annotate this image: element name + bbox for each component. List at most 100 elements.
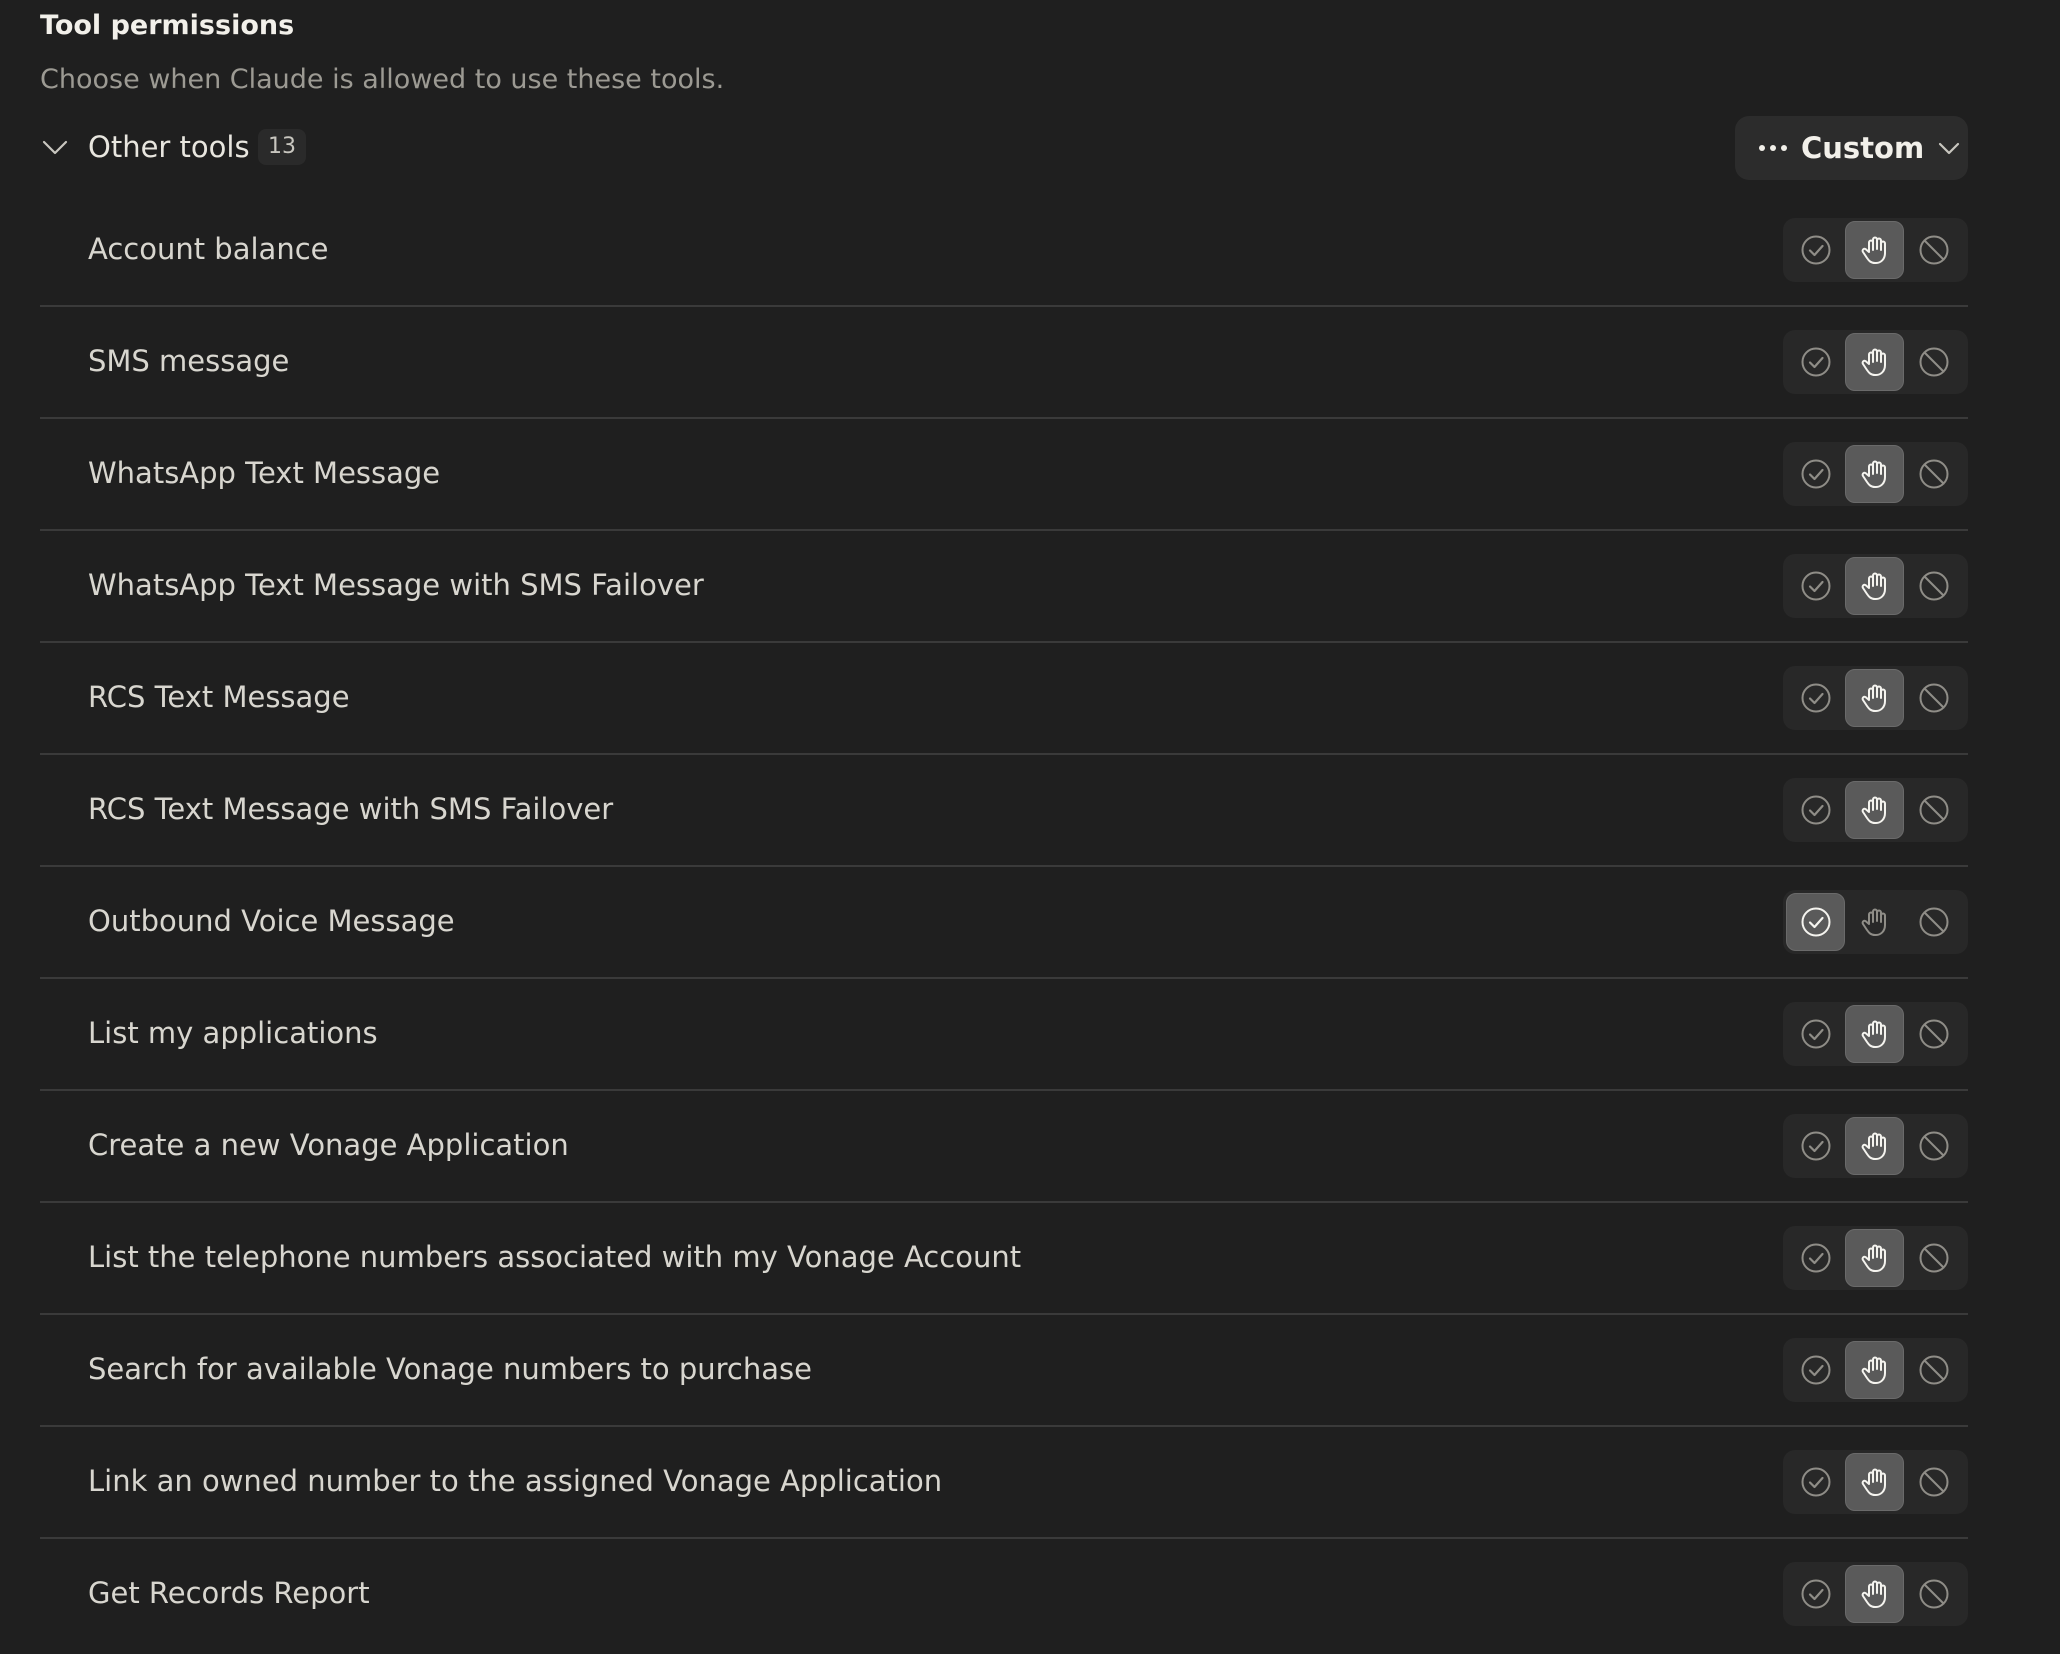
needs-approval-button[interactable] bbox=[1845, 557, 1904, 615]
tool-name: List the telephone numbers associated wi… bbox=[88, 1240, 1022, 1274]
block-icon bbox=[1919, 907, 1948, 937]
always-allow-button[interactable] bbox=[1786, 557, 1845, 615]
tool-name: Account balance bbox=[88, 232, 329, 266]
permission-selector bbox=[1783, 330, 1968, 394]
tool-row: WhatsApp Text Message bbox=[40, 419, 1968, 531]
block-button[interactable] bbox=[1904, 1453, 1963, 1511]
needs-approval-button[interactable] bbox=[1845, 1005, 1904, 1063]
block-button[interactable] bbox=[1904, 669, 1963, 727]
permission-selector bbox=[1783, 1338, 1968, 1402]
tool-count-badge: 13 bbox=[258, 129, 306, 165]
chevron-down-icon[interactable] bbox=[40, 132, 70, 162]
permission-selector bbox=[1783, 1562, 1968, 1626]
check-circle-icon bbox=[1801, 1579, 1830, 1609]
block-icon bbox=[1919, 347, 1948, 377]
tool-row: Account balance bbox=[40, 195, 1968, 307]
hand-icon bbox=[1861, 796, 1886, 824]
block-button[interactable] bbox=[1904, 557, 1963, 615]
needs-approval-button[interactable] bbox=[1845, 781, 1904, 839]
hand-icon bbox=[1861, 1468, 1886, 1496]
block-icon bbox=[1919, 1243, 1948, 1273]
needs-approval-button[interactable] bbox=[1845, 1117, 1904, 1175]
tool-name: Link an owned number to the assigned Von… bbox=[88, 1464, 943, 1498]
block-button[interactable] bbox=[1904, 1117, 1963, 1175]
needs-approval-button[interactable] bbox=[1845, 221, 1904, 279]
check-circle-icon bbox=[1801, 347, 1830, 377]
block-button[interactable] bbox=[1904, 781, 1963, 839]
block-button[interactable] bbox=[1904, 893, 1963, 951]
permission-selector bbox=[1783, 1226, 1968, 1290]
group-label[interactable]: Other tools bbox=[88, 127, 250, 167]
permission-mode-dropdown[interactable]: Custom bbox=[1735, 116, 1968, 180]
block-icon bbox=[1919, 1579, 1948, 1609]
tool-row: Link an owned number to the assigned Von… bbox=[40, 1427, 1968, 1539]
block-icon bbox=[1919, 235, 1948, 265]
needs-approval-button[interactable] bbox=[1845, 1341, 1904, 1399]
permission-mode-label: Custom bbox=[1801, 131, 1925, 165]
check-circle-icon bbox=[1801, 795, 1830, 825]
check-circle-icon bbox=[1801, 459, 1830, 489]
block-icon bbox=[1919, 1467, 1948, 1497]
needs-approval-button[interactable] bbox=[1845, 445, 1904, 503]
block-icon bbox=[1919, 683, 1948, 713]
needs-approval-button[interactable] bbox=[1845, 893, 1904, 951]
tool-name: Create a new Vonage Application bbox=[88, 1128, 569, 1162]
always-allow-button[interactable] bbox=[1786, 445, 1845, 503]
needs-approval-button[interactable] bbox=[1845, 1229, 1904, 1287]
permission-selector bbox=[1783, 778, 1968, 842]
always-allow-button[interactable] bbox=[1786, 893, 1845, 951]
check-circle-icon bbox=[1801, 571, 1830, 601]
tool-name: Get Records Report bbox=[88, 1576, 370, 1610]
tool-list: Account balance SMS message WhatsApp Text … bbox=[40, 195, 1968, 1651]
block-button[interactable] bbox=[1904, 333, 1963, 391]
permission-selector bbox=[1783, 1450, 1968, 1514]
always-allow-button[interactable] bbox=[1786, 333, 1845, 391]
always-allow-button[interactable] bbox=[1786, 781, 1845, 839]
block-icon bbox=[1919, 571, 1948, 601]
section-title: Tool permissions bbox=[40, 10, 295, 41]
needs-approval-button[interactable] bbox=[1845, 333, 1904, 391]
block-button[interactable] bbox=[1904, 221, 1963, 279]
hand-icon bbox=[1861, 684, 1886, 712]
permission-selector bbox=[1783, 442, 1968, 506]
block-button[interactable] bbox=[1904, 1565, 1963, 1623]
always-allow-button[interactable] bbox=[1786, 1005, 1845, 1063]
block-button[interactable] bbox=[1904, 1341, 1963, 1399]
check-circle-icon bbox=[1801, 1019, 1830, 1049]
needs-approval-button[interactable] bbox=[1845, 1453, 1904, 1511]
block-icon bbox=[1919, 1131, 1948, 1161]
check-circle-icon bbox=[1801, 235, 1830, 265]
check-circle-icon bbox=[1801, 1243, 1830, 1273]
permission-selector bbox=[1783, 1002, 1968, 1066]
tool-name: SMS message bbox=[88, 344, 290, 378]
check-circle-icon bbox=[1801, 1131, 1830, 1161]
always-allow-button[interactable] bbox=[1786, 1117, 1845, 1175]
needs-approval-button[interactable] bbox=[1845, 1565, 1904, 1623]
always-allow-button[interactable] bbox=[1786, 1341, 1845, 1399]
tool-group-header: Other tools 13 Custom bbox=[40, 116, 1968, 180]
hand-icon bbox=[1861, 236, 1886, 264]
tool-row: Search for available Vonage numbers to p… bbox=[40, 1315, 1968, 1427]
always-allow-button[interactable] bbox=[1786, 1453, 1845, 1511]
hand-icon bbox=[1861, 460, 1886, 488]
always-allow-button[interactable] bbox=[1786, 1565, 1845, 1623]
block-button[interactable] bbox=[1904, 1005, 1963, 1063]
always-allow-button[interactable] bbox=[1786, 669, 1845, 727]
tool-row: Outbound Voice Message bbox=[40, 867, 1968, 979]
block-button[interactable] bbox=[1904, 1229, 1963, 1287]
tool-row: List the telephone numbers associated wi… bbox=[40, 1203, 1968, 1315]
always-allow-button[interactable] bbox=[1786, 221, 1845, 279]
block-button[interactable] bbox=[1904, 445, 1963, 503]
permission-selector bbox=[1783, 666, 1968, 730]
always-allow-button[interactable] bbox=[1786, 1229, 1845, 1287]
tool-row: Get Records Report bbox=[40, 1539, 1968, 1651]
hand-icon bbox=[1861, 1356, 1886, 1384]
needs-approval-button[interactable] bbox=[1845, 669, 1904, 727]
tool-row: RCS Text Message with SMS Failover bbox=[40, 755, 1968, 867]
permission-selector bbox=[1783, 1114, 1968, 1178]
hand-icon bbox=[1861, 572, 1886, 600]
block-icon bbox=[1919, 795, 1948, 825]
permission-selector bbox=[1783, 554, 1968, 618]
hand-icon bbox=[1861, 1020, 1886, 1048]
tool-row: RCS Text Message bbox=[40, 643, 1968, 755]
